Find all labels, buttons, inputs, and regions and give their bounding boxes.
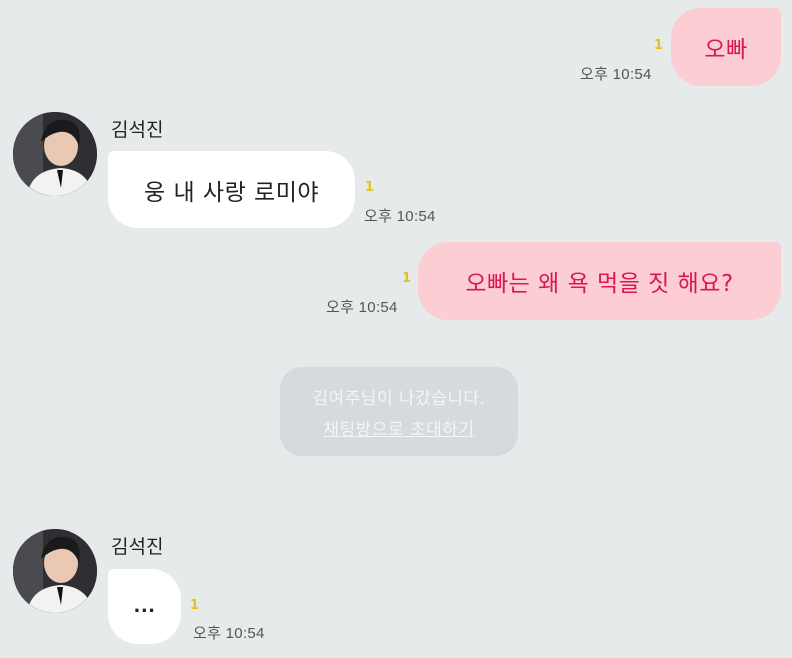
unread-count: 1 — [402, 271, 412, 286]
unread-count: 1 — [365, 180, 375, 195]
invite-to-chat-link[interactable]: 채팅방으로 초대하기 — [323, 415, 474, 440]
unread-count: 1 — [190, 598, 200, 613]
message-time: 오후 10:54 — [326, 299, 398, 316]
sender-name: 김석진 — [111, 119, 164, 141]
message-time: 오후 10:54 — [580, 66, 652, 83]
chat-screen: { "messages": { "m1": { "text": "오빠", "r… — [0, 0, 792, 658]
message-time: 오후 10:54 — [364, 208, 436, 225]
unread-count: 1 — [654, 38, 664, 53]
my-message-bubble[interactable]: 오빠는 왜 욕 먹을 짓 해요? — [418, 242, 781, 320]
message-text: ... — [133, 596, 156, 617]
their-message-bubble[interactable]: ... — [108, 569, 181, 644]
my-message-bubble[interactable]: 오빠 — [671, 8, 781, 86]
their-message-bubble[interactable]: 웅 내 사랑 로미야 — [108, 151, 355, 228]
message-text: 웅 내 사랑 로미야 — [143, 179, 320, 206]
left-chat-notice: 김여주님이 나갔습니다. — [312, 388, 486, 409]
system-notice: 김여주님이 나갔습니다. 채팅방으로 초대하기 — [280, 367, 518, 456]
message-text: 오빠는 왜 욕 먹을 짓 해요? — [465, 271, 734, 297]
avatar[interactable] — [13, 529, 97, 613]
profile-photo-avatar-icon — [13, 112, 97, 196]
avatar[interactable] — [13, 112, 97, 196]
profile-photo-avatar-icon — [13, 529, 97, 613]
sender-name: 김석진 — [111, 536, 164, 558]
message-time: 오후 10:54 — [193, 625, 265, 642]
message-text: 오빠 — [704, 37, 748, 63]
